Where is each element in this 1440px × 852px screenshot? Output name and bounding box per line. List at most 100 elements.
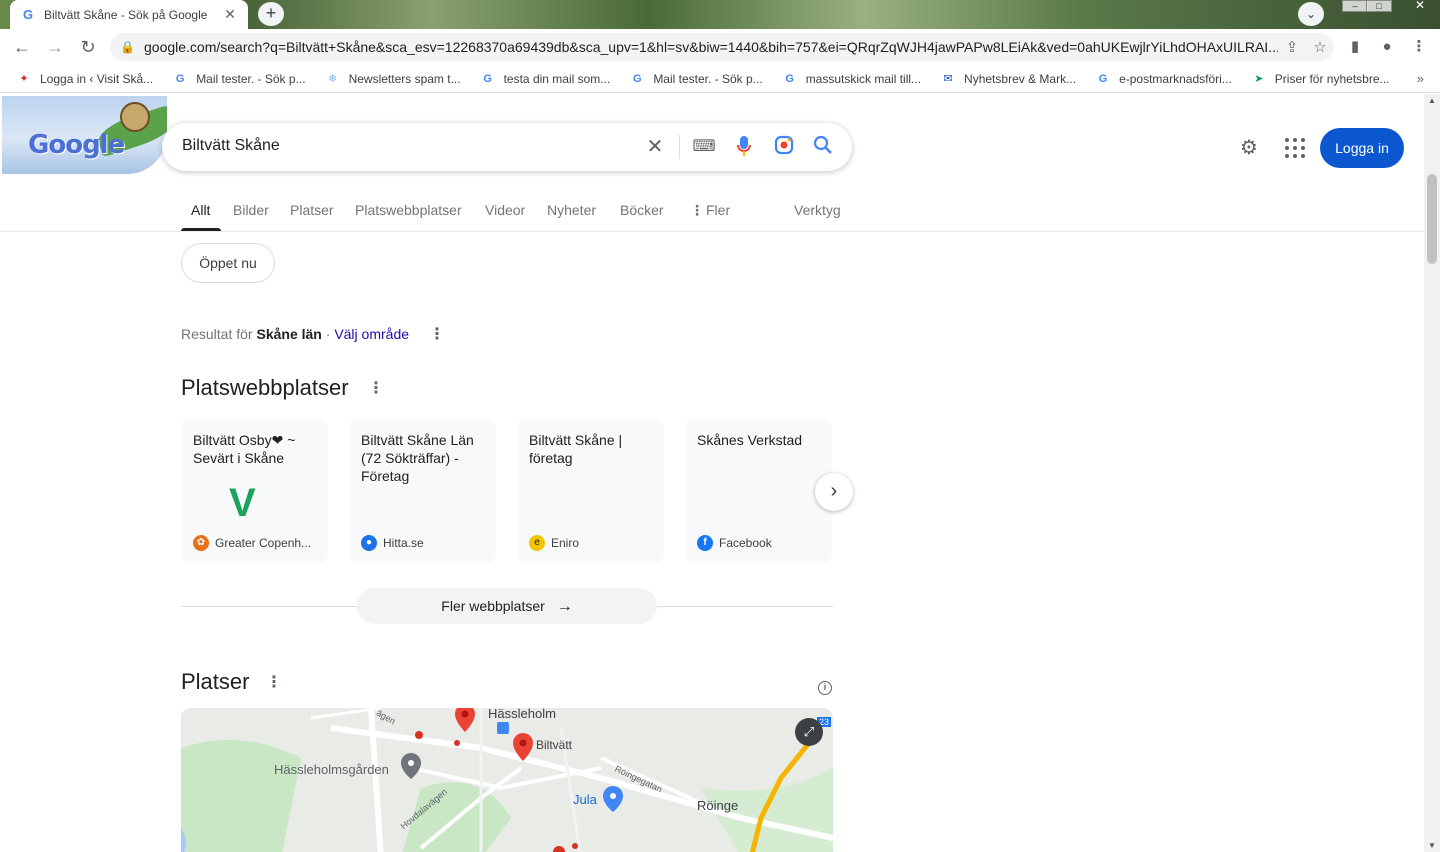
scrollbar-thumb[interactable] [1427,174,1437,264]
place-website-card[interactable]: Skånes Verkstad f Facebook [685,419,832,563]
browser-titlebar: G Biltvätt Skåne - Sök på Google ✕ + ⌄ –… [0,0,1440,29]
card-source: ● Hitta.se [361,535,424,551]
tab-search-icon[interactable]: ⌄ [1298,2,1324,26]
region-options-kebab-icon[interactable]: ⋮ [429,324,445,344]
share-icon[interactable]: ⇪ [1278,38,1306,56]
tab-videos[interactable]: Videor [485,202,525,218]
search-icon[interactable] [811,135,835,159]
more-websites-button[interactable]: Fler webbplatser → [357,588,657,624]
places-map[interactable]: Hässleholm Biltvätt Hässleholmsgården Ju… [181,708,833,852]
bookmark-item[interactable]: G Mail tester. - Sök p... [172,71,306,87]
bookmarks-bar: ✦ Logga in ‹ Visit Skå... G Mail tester. - … [0,65,1440,93]
map-label-jula: Jula [573,792,597,807]
maximize-window-icon[interactable]: □ [1366,0,1392,12]
google-apps-icon[interactable] [1283,136,1307,160]
map-canvas [181,708,833,852]
tab-images[interactable]: Bilder [233,202,269,218]
profile-avatar-icon[interactable]: ● [1376,36,1398,58]
address-bar[interactable]: 🔒 google.com/search?q=Biltvätt+Skåne&sca… [110,33,1334,61]
place-website-card[interactable]: Biltvätt Skåne Län (72 Sökträffar) - För… [349,419,496,563]
google-icon: G [1098,72,1108,85]
scroll-down-icon[interactable]: ▼ [1428,841,1436,850]
bookmark-label: testa din mail som... [503,71,611,86]
bookmark-item[interactable]: G Mail tester. - Sök p... [629,71,763,87]
search-input[interactable]: Biltvätt Skåne [182,137,280,155]
search-tabs: Allt Bilder Platser Platswebbplatser Vid… [0,194,1424,232]
bookmark-label: Newsletters spam t... [348,71,461,86]
browser-menu-icon[interactable]: ⋮ [1408,36,1430,58]
bookmark-star-icon[interactable]: ☆ [1306,38,1334,56]
facebook-icon: f [697,535,713,551]
url-text[interactable]: google.com/search?q=Biltvätt+Skåne&sca_e… [144,39,1278,55]
search-separator [679,135,680,159]
more-tabs-kebab-icon[interactable]: ⋮ [690,202,704,219]
bookmark-item[interactable]: Gtesta din mail som... [480,71,611,87]
info-icon[interactable]: i [818,681,832,695]
reload-icon[interactable]: ↻ [76,35,100,59]
greater-copenhagen-icon: ✿ [193,535,209,551]
region-place: Skåne län [256,326,322,342]
bookmark-label: Mail tester. - Sök p... [653,71,763,86]
new-tab-button[interactable]: + [258,2,284,26]
card-source: ✿ Greater Copenh... [193,535,311,551]
lens-search-icon[interactable] [772,135,796,159]
browser-toolbar: ← → ↻ 🔒 google.com/search?q=Biltvätt+Skå… [0,29,1440,65]
side-panel-icon[interactable]: ▮ [1344,36,1366,58]
page-scrollbar[interactable]: ▲ ▼ [1424,94,1440,852]
tab-news[interactable]: Nyheter [547,202,596,218]
keyboard-icon[interactable]: ⌨ [692,135,716,159]
place-website-card[interactable]: Biltvätt Osby❤ ~ Sevärt i Skåne V ✿ Grea… [181,419,328,563]
bookmark-label: Mail tester. - Sök p... [196,71,306,86]
clear-search-icon[interactable]: ✕ [643,135,667,159]
envelope-icon: ✉ [943,72,953,85]
region-line: Resultat för Skåne län · Välj område [181,326,409,342]
search-box[interactable]: Biltvätt Skåne ✕ ⌨ [162,123,852,171]
bookmark-item[interactable]: Gmassutskick mail till... [782,71,921,87]
forward-icon[interactable]: → [43,35,67,59]
bookmark-item[interactable]: ➤ Priser för nyhetsbre... [1251,71,1389,87]
google-icon: G [483,72,492,85]
login-button[interactable]: Logga in [1320,128,1404,168]
open-now-chip[interactable]: Öppet nu [181,243,275,283]
card-source-label: Facebook [719,536,772,550]
bookmark-item[interactable]: ❄ Newsletters spam t... [325,71,461,87]
map-label-biltvatt: Biltvätt [536,738,573,752]
snowflake-icon: ❄ [327,72,338,85]
tab-all[interactable]: Allt [191,202,210,218]
bookmark-item[interactable]: ✉ Nyhetsbrev & Mark... [940,71,1076,87]
active-tab-indicator [181,228,221,231]
card-source: f Facebook [697,535,772,551]
voice-search-icon[interactable] [732,135,756,159]
more-bookmarks-icon[interactable]: » [1417,71,1424,86]
place-website-card[interactable]: Biltvätt Skåne | företag e Eniro [517,419,664,563]
tab-more[interactable]: Fler [706,202,730,218]
browser-tab[interactable]: G Biltvätt Skåne - Sök på Google ✕ [10,0,248,29]
google-doodle-logo[interactable]: Google [2,96,167,174]
tab-places[interactable]: Platser [290,202,334,218]
tab-close-icon[interactable]: ✕ [222,6,238,23]
bookmark-item[interactable]: Ge-postmarknadsföri... [1095,71,1232,87]
scroll-up-icon[interactable]: ▲ [1428,96,1436,105]
settings-gear-icon[interactable]: ⚙ [1237,136,1261,160]
tab-place-websites[interactable]: Platswebbplatser [355,202,462,218]
tab-title: Biltvätt Skåne - Sök på Google [44,7,208,22]
map-label-hassleholm: Hässleholm [488,708,556,721]
back-icon[interactable]: ← [10,35,34,59]
bookmark-item[interactable]: ✦ Logga in ‹ Visit Skå... [16,71,153,87]
place-websites-options-kebab-icon[interactable]: ⋮ [368,378,384,398]
carousel-next-chevron-icon[interactable]: › [815,473,853,511]
tab-tools[interactable]: Verktyg [794,202,841,218]
expand-map-icon[interactable]: ⤢ [795,718,823,746]
places-options-kebab-icon[interactable]: ⋮ [266,672,282,692]
choose-area-link[interactable]: Välj område [334,326,409,342]
card-title: Biltvätt Skåne | företag [529,432,623,466]
tab-books[interactable]: Böcker [620,202,664,218]
lock-icon[interactable]: 🔒 [120,40,135,54]
card-title: Skånes Verkstad [697,432,803,448]
map-label-hassleholmsgarden: Hässleholmsgården [274,762,389,777]
google-results-page: Google Biltvätt Skåne ✕ ⌨ ⚙ Logga in All… [0,94,1424,852]
close-window-icon[interactable]: ✕ [1402,0,1438,12]
place-websites-heading: Platswebbplatser [181,375,349,400]
card-source-label: Eniro [551,536,580,550]
minimize-window-icon[interactable]: – [1342,0,1368,12]
